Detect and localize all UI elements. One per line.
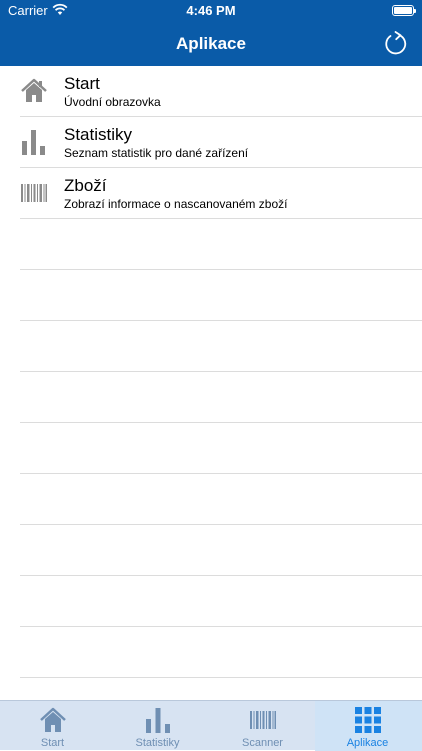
empty-row xyxy=(0,372,422,423)
navigation-bar: Aplikace xyxy=(0,22,422,66)
status-bar: Carrier 4:46 PM xyxy=(0,0,422,22)
home-icon xyxy=(21,78,47,102)
refresh-icon[interactable] xyxy=(382,30,410,58)
tab-label: Aplikace xyxy=(346,737,389,749)
list-item-subtitle: Seznam statistik pro dané zařízení xyxy=(64,146,249,160)
tab-label: Scanner xyxy=(242,737,283,749)
list-item-subtitle: Úvodní obrazovka xyxy=(64,95,161,109)
status-time: 4:46 PM xyxy=(186,3,236,18)
empty-row xyxy=(0,321,422,372)
list-item-title: Statistiky xyxy=(64,125,133,144)
empty-row xyxy=(0,423,422,474)
tab-statistiky[interactable]: Statistiky xyxy=(105,701,210,751)
list-item-statistiky[interactable]: Statistiky Seznam statistik pro dané zař… xyxy=(0,117,422,168)
tab-bar: Start Statistiky Scanner Aplikace xyxy=(0,700,422,751)
empty-row xyxy=(0,576,422,627)
empty-row xyxy=(0,627,422,678)
page-title: Aplikace xyxy=(176,34,246,53)
empty-row xyxy=(0,474,422,525)
barcode-icon xyxy=(250,711,276,729)
tab-aplikace[interactable]: Aplikace xyxy=(315,701,422,751)
app-list: Start Úvodní obrazovka Statistiky Seznam… xyxy=(0,66,422,700)
list-item-zbozi[interactable]: Zboží Zobrazí informace o nascanovaném z… xyxy=(0,168,422,219)
bar-chart-icon xyxy=(146,708,170,733)
list-item-title: Start xyxy=(64,74,100,93)
empty-row xyxy=(0,219,422,270)
list-item-title: Zboží xyxy=(64,176,107,195)
list-item-subtitle: Zobrazí informace o nascanovaném zboží xyxy=(64,197,288,211)
tab-start[interactable]: Start xyxy=(0,701,105,751)
separator xyxy=(20,677,422,678)
empty-row xyxy=(0,525,422,576)
empty-row xyxy=(0,270,422,321)
tab-scanner[interactable]: Scanner xyxy=(210,701,315,751)
grid-icon xyxy=(355,707,381,733)
tab-label: Statistiky xyxy=(135,737,180,749)
barcode-icon xyxy=(21,184,47,202)
battery-icon xyxy=(392,5,416,16)
list-item-start[interactable]: Start Úvodní obrazovka xyxy=(0,66,422,117)
tab-label: Start xyxy=(40,737,65,749)
bar-chart-icon xyxy=(22,130,45,155)
home-icon xyxy=(40,707,66,732)
